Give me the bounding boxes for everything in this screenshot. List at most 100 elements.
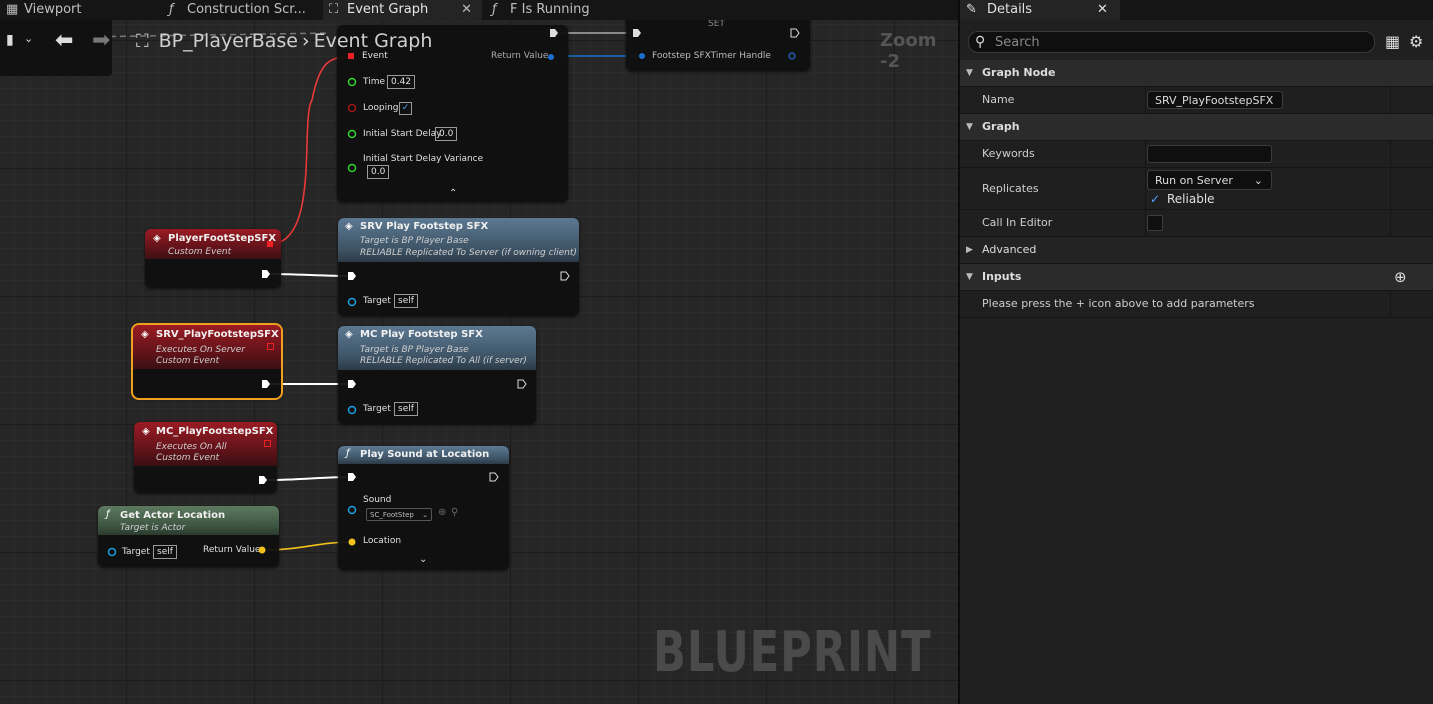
mc-play-footstep-event-node[interactable]: ◈ MC_PlayFootstepSFX Executes On All Cus…	[134, 422, 277, 493]
srv-play-footstep-event-node[interactable]: ◈ SRV_PlayFootstepSFX Executes On Server…	[131, 323, 283, 400]
row-name: Name SRV_PlayFootstepSFX	[960, 87, 1433, 114]
column-divider	[1145, 141, 1146, 167]
row-label: Keywords	[982, 147, 1035, 160]
browse-asset-icon[interactable]: ⚲	[451, 507, 458, 518]
time-pin[interactable]	[347, 77, 357, 87]
node-title: SRV_PlayFootstepSFX	[156, 329, 279, 340]
reliable-checkbox[interactable]: ✓	[1147, 192, 1163, 208]
inputs-hint-text: Please press the + icon above to add par…	[982, 297, 1255, 310]
row-divider	[1390, 87, 1391, 113]
function-icon: ƒ	[106, 509, 110, 520]
player-footstep-event-node[interactable]: ◈ PlayerFootStepSFX Custom Event	[145, 229, 281, 288]
replicates-dropdown[interactable]: Run on Server ⌄	[1147, 170, 1272, 190]
collapse-chevron-icon[interactable]: ⌃	[449, 188, 457, 199]
set-variable-node[interactable]: SET Footstep SFXTimer Handle	[626, 15, 810, 71]
viewport-icon: ▦	[6, 2, 19, 17]
use-asset-icon[interactable]: ⊕	[438, 507, 446, 518]
keywords-field[interactable]	[1147, 145, 1272, 163]
set-exec-in-pin[interactable]	[632, 28, 642, 38]
exec-out-pin[interactable]	[258, 475, 268, 485]
time-input[interactable]: 0.42	[387, 75, 416, 89]
location-pin[interactable]	[348, 538, 356, 546]
target-input[interactable]: self	[394, 294, 418, 308]
name-field[interactable]: SRV_PlayFootstepSFX	[1147, 91, 1283, 109]
target-pin[interactable]	[107, 547, 117, 557]
event-call-icon: ◈	[345, 221, 353, 232]
target-pin[interactable]	[347, 297, 357, 307]
node-title: MC_PlayFootstepSFX	[156, 426, 274, 437]
search-input[interactable]	[995, 32, 1365, 52]
delegate-pin[interactable]	[267, 343, 274, 350]
details-search[interactable]: ⚲	[968, 31, 1375, 53]
play-sound-at-location-node[interactable]: ƒ Play Sound at Location Sound SC_FootSt…	[338, 446, 509, 570]
event-graph-canvas[interactable]: Event Return Value Time 0.42 Looping ✓ I…	[0, 0, 958, 704]
handle-in-pin[interactable]	[638, 52, 646, 60]
section-graph-node[interactable]: ▼ Graph Node	[960, 60, 1433, 87]
initial-start-delay-pin[interactable]	[347, 129, 357, 139]
function-icon: ƒ	[346, 448, 350, 459]
section-title: Graph Node	[982, 66, 1056, 79]
tab-label: Construction Scr...	[187, 2, 306, 17]
close-icon[interactable]: ✕	[1097, 0, 1108, 20]
exec-out-pin[interactable]	[489, 472, 499, 482]
forward-arrow-icon[interactable]: ➡	[92, 28, 110, 53]
set-exec-out-pin[interactable]	[790, 28, 800, 38]
tab-construction-script[interactable]: ƒ Construction Scr...	[163, 0, 320, 20]
variance-input[interactable]: 0.0	[367, 165, 390, 179]
tab-event-graph[interactable]: ⛶ Event Graph ✕	[323, 0, 482, 20]
tab-viewport[interactable]: ▦ Viewport	[0, 0, 160, 20]
breadcrumb-graph[interactable]: Event Graph	[314, 30, 433, 52]
node-replication-text: RELIABLE Replicated To Server (if owning…	[360, 248, 577, 258]
initial-start-delay-input[interactable]: 0.0	[435, 127, 458, 141]
exec-out-pin[interactable]	[560, 271, 570, 281]
column-divider	[1145, 168, 1146, 209]
return-value-pin[interactable]	[258, 546, 266, 554]
section-advanced[interactable]: ▶ Advanced	[960, 237, 1433, 264]
return-value-pin[interactable]	[547, 53, 555, 61]
srv-play-footstep-call-node[interactable]: ◈ SRV Play Footstep SFX Target is BP Pla…	[338, 218, 579, 316]
sound-pin[interactable]	[347, 505, 357, 515]
target-input[interactable]: self	[153, 545, 177, 559]
node-title: SRV Play Footstep SFX	[360, 221, 489, 232]
exec-out-pin[interactable]	[261, 379, 271, 389]
breadcrumb-blueprint[interactable]: BP_PlayerBase	[159, 30, 298, 52]
blueprint-watermark: BLUEPRINT	[653, 620, 932, 685]
looping-pin[interactable]	[347, 103, 357, 113]
looping-checkbox[interactable]: ✓	[399, 102, 412, 115]
row-divider	[1390, 141, 1391, 167]
exec-in-pin[interactable]	[347, 472, 357, 482]
exec-out-pin[interactable]	[517, 379, 527, 389]
mc-play-footstep-call-node[interactable]: ◈ MC Play Footstep SFX Target is BP Play…	[338, 326, 536, 424]
expand-chevron-icon[interactable]: ⌄	[419, 554, 427, 565]
table-view-icon[interactable]: ▦	[1385, 32, 1400, 51]
bookmark-dropdown-chevron-icon[interactable]: ⌄	[24, 32, 33, 45]
handle-out-pin[interactable]	[788, 52, 796, 60]
row-divider	[1390, 168, 1391, 209]
sound-asset-dropdown[interactable]: SC_FootStep ⌄	[366, 508, 432, 521]
event-icon: ◈	[142, 426, 150, 437]
variance-pin[interactable]	[347, 163, 357, 173]
call-in-editor-checkbox[interactable]	[1147, 215, 1163, 231]
back-arrow-icon[interactable]: ⬅	[55, 28, 73, 53]
section-inputs[interactable]: ▼ Inputs ⊕	[960, 264, 1433, 291]
section-graph[interactable]: ▼ Graph	[960, 114, 1433, 141]
delegate-pin[interactable]	[264, 440, 271, 447]
search-icon: ⚲	[975, 34, 986, 50]
zoom-level: Zoom -2	[880, 30, 937, 72]
get-actor-location-node[interactable]: ƒ Get Actor Location Target is Actor Tar…	[98, 506, 279, 567]
exec-out-pin[interactable]	[261, 269, 271, 279]
gear-icon[interactable]: ⚙	[1409, 32, 1423, 51]
close-icon[interactable]: ✕	[461, 0, 472, 20]
bookmark-icon[interactable]: ▮	[6, 32, 14, 48]
target-input[interactable]: self	[394, 402, 418, 416]
event-graph-icon: ⛶	[329, 2, 339, 17]
add-parameter-icon[interactable]: ⊕	[1394, 264, 1407, 290]
exec-out-pin[interactable]	[549, 28, 559, 38]
exec-in-pin[interactable]	[347, 379, 357, 389]
delegate-pin[interactable]	[267, 241, 273, 247]
tab-f-is-running[interactable]: ƒ F Is Running	[486, 0, 646, 20]
tab-details[interactable]: ✎ Details ✕	[960, 0, 1120, 20]
row-label: Call In Editor	[982, 216, 1053, 229]
exec-in-pin[interactable]	[347, 271, 357, 281]
target-pin[interactable]	[347, 405, 357, 415]
